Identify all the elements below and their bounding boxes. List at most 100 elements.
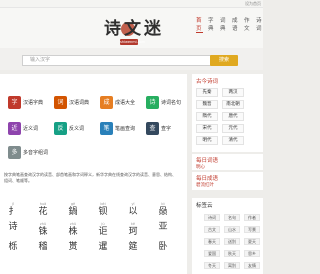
jinyici-icon: 近: [8, 122, 21, 135]
dynasty-panel-title: 古今诗词: [196, 79, 219, 85]
char-item[interactable]: bì 赑: [152, 202, 174, 218]
dynasty-item[interactable]: 两汉: [222, 88, 244, 97]
char-item[interactable]: bèi 钡: [92, 202, 114, 218]
tool-duoyinzi[interactable]: 多 多音字组词: [8, 146, 48, 159]
tool-label: 诗词名句: [161, 100, 182, 106]
char-glyph: 讵: [98, 227, 108, 237]
tag-item[interactable]: 送别: [224, 238, 240, 245]
tool-label: 汉语字典: [23, 100, 44, 106]
set-homepage-link[interactable]: 设为首页: [245, 0, 261, 8]
main-content: 字 汉语字典 词 汉语词典 成 成语大全 诗 诗词名句 近 近义词 反 反义词 …: [0, 74, 187, 274]
dynasty-item[interactable]: 隋代: [196, 112, 218, 121]
char-item[interactable]: zhū 株: [62, 222, 84, 238]
top-bar: 设为首页: [0, 0, 263, 8]
char-item[interactable]: 稽: [32, 242, 54, 253]
zidian-icon: 字: [8, 96, 21, 109]
char-item[interactable]: kē 珂: [122, 222, 144, 238]
char-item[interactable]: 卧: [152, 242, 174, 253]
daily-idiom-panel: 每日成语 碧流红叶: [192, 172, 263, 190]
chazi-icon: 查: [146, 122, 159, 135]
search-input[interactable]: 输入汉字: [22, 55, 218, 66]
char-item[interactable]: gē 鍋: [62, 202, 84, 218]
tag-item[interactable]: 名句: [224, 214, 240, 221]
tag-cloud-title: 标签云: [196, 203, 213, 209]
tool-chengyu[interactable]: 成 成语大全: [100, 96, 135, 109]
nav-item-shici[interactable]: 诗词: [256, 16, 263, 33]
char-item[interactable]: 栎: [2, 242, 24, 253]
nav-item-cidian[interactable]: 词典: [220, 16, 227, 33]
char-glyph: 筵: [128, 242, 138, 252]
tool-chazi[interactable]: 查 查字: [146, 122, 171, 135]
chengyu-icon: 成: [100, 96, 113, 109]
daily-word[interactable]: 明心: [192, 164, 263, 171]
char-glyph: 赑: [158, 207, 168, 217]
nav-item-chengyu[interactable]: 成语: [232, 16, 239, 33]
char-glyph: 株: [68, 227, 78, 237]
dynasty-item[interactable]: 元代: [222, 124, 244, 133]
char-glyph: 卧: [158, 242, 168, 252]
char-item[interactable]: 暹: [92, 242, 114, 253]
tag-item[interactable]: 夏天: [244, 238, 260, 245]
tag-item[interactable]: 冬天: [204, 262, 220, 269]
tag-item[interactable]: 古文: [204, 226, 220, 233]
dynasty-item[interactable]: 先秦: [196, 88, 218, 97]
dynasty-item[interactable]: 南北朝: [222, 100, 244, 109]
dynasty-item[interactable]: 唐代: [222, 112, 244, 121]
dynasty-item[interactable]: 宋代: [196, 124, 218, 133]
tool-cidian[interactable]: 词 汉语词典: [54, 96, 89, 109]
tool-zidian[interactable]: 字 汉语字典: [8, 96, 43, 109]
tool-label: 笔画查询: [115, 126, 136, 132]
tag-item[interactable]: 离别: [224, 262, 240, 269]
tool-label: 汉语词典: [69, 100, 90, 106]
char-glyph: 栎: [8, 242, 18, 252]
char-item[interactable]: zhū 铢: [32, 222, 54, 238]
tag-item[interactable]: 山水: [224, 226, 240, 233]
char-item[interactable]: 诗: [2, 222, 24, 233]
char-glyph: 花: [38, 207, 48, 217]
char-item[interactable]: yǐ 以: [122, 202, 144, 218]
daily-idiom[interactable]: 碧流红叶: [192, 182, 263, 189]
duoyinzi-icon: 多: [8, 146, 21, 159]
site-description: 按字典笔画查询汉字的读音、部首笔画和字词释义，新华字典在线查询汉字的读音、意思、…: [4, 172, 176, 183]
sidebar: 古今诗词 先秦 两汉 魏晋 南北朝 隋代 唐代 宋代 元代 明代 清代 每日词语…: [192, 74, 263, 274]
char-glyph: 以: [128, 207, 138, 217]
dynasty-item[interactable]: 明代: [196, 136, 218, 145]
nav-item-zidian[interactable]: 字典: [208, 16, 215, 33]
tag-item[interactable]: 思乡: [244, 250, 260, 257]
tool-bihua[interactable]: 笔 笔画查询: [100, 122, 135, 135]
tool-label: 查字: [161, 126, 172, 132]
char-glyph: 珂: [128, 227, 138, 237]
tag-item[interactable]: 友情: [244, 262, 260, 269]
nav-item-home[interactable]: 首页: [196, 16, 203, 33]
char-glyph: 诗: [8, 222, 18, 232]
tag-item[interactable]: 爱国: [204, 250, 220, 257]
main-nav: 首页 字典 词典 成语 作文 诗词: [196, 16, 263, 33]
tool-fanyici[interactable]: 反 反义词: [54, 122, 84, 135]
tool-shici[interactable]: 诗 诗词名句: [146, 96, 181, 109]
char-item[interactable]: 贳: [62, 242, 84, 253]
tag-item[interactable]: 诗词: [204, 214, 220, 221]
search-button[interactable]: 搜索: [210, 55, 238, 66]
char-glyph: 贳: [68, 242, 78, 252]
dynasty-item[interactable]: 清代: [222, 136, 244, 145]
tool-jinyici[interactable]: 近 近义词: [8, 122, 38, 135]
nav-item-zuowen[interactable]: 作文: [244, 16, 251, 33]
site-logo[interactable]: 诗文迷: [104, 19, 164, 39]
tool-label: 反义词: [69, 126, 85, 132]
dynasty-item[interactable]: 魏晋: [196, 100, 218, 109]
tag-item[interactable]: 秋天: [224, 250, 240, 257]
logo-seal: shiwenmi.com: [120, 39, 146, 45]
tool-label: 成语大全: [115, 100, 136, 106]
daily-word-panel: 每日词语 明心: [192, 154, 263, 170]
tag-item[interactable]: 春天: [204, 238, 220, 245]
char-item[interactable]: 亚: [152, 222, 174, 233]
tag-cloud-panel: 标签云 诗词 名句 作者 古文 山水 写景 春天 送别 夏天 爱国 秋天 思乡 …: [192, 198, 263, 274]
char-item[interactable]: 筵: [122, 242, 144, 253]
char-item[interactable]: jù 讵: [92, 222, 114, 238]
tag-item[interactable]: 写景: [244, 226, 260, 233]
char-glyph: 扌: [8, 207, 18, 217]
char-item[interactable]: huā 花: [32, 202, 54, 218]
char-item[interactable]: jǐ 扌: [2, 202, 24, 218]
tag-item[interactable]: 作者: [244, 214, 260, 221]
fanyici-icon: 反: [54, 122, 67, 135]
